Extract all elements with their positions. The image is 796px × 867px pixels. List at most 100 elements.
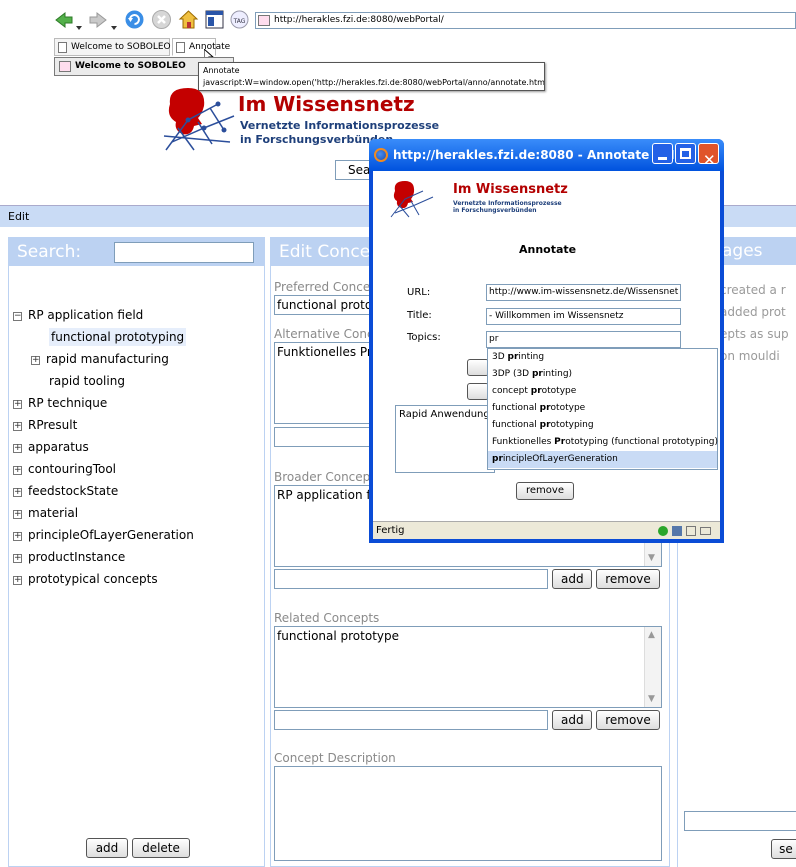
scroll-down-icon[interactable]: ▼: [648, 553, 655, 563]
related-concept-input[interactable]: [274, 710, 548, 730]
firefox-icon: [374, 148, 388, 162]
suggestion-item[interactable]: concept prototype: [488, 383, 717, 400]
add-concept-button[interactable]: add: [86, 838, 128, 858]
alternative-concept-value: Funktionelles Pr: [277, 345, 372, 359]
related-concepts-list[interactable]: functional prototype ▲ ▼: [274, 626, 662, 708]
stop-icon[interactable]: [151, 9, 172, 30]
tree-item-feedstockstate[interactable]: + feedstockState: [13, 482, 118, 500]
expand-icon[interactable]: +: [13, 400, 22, 409]
expand-icon[interactable]: +: [31, 356, 40, 365]
broader-remove-button[interactable]: remove: [596, 569, 660, 589]
suggestion-item[interactable]: functional prototyping: [488, 417, 717, 434]
topics-list[interactable]: Rapid Anwendungs: [395, 405, 495, 473]
bookmark-tooltip: Annotate javascript:W=window.open('http:…: [198, 62, 545, 91]
tree-item-rapid-manufacturing[interactable]: + rapid manufacturing: [31, 350, 169, 368]
maximize-button[interactable]: [675, 143, 696, 164]
related-remove-button[interactable]: remove: [596, 710, 660, 730]
scroll-down-icon[interactable]: ▼: [648, 694, 655, 704]
tree-item-rp-technique[interactable]: + RP technique: [13, 394, 107, 412]
page-icon: [176, 42, 185, 53]
page-icon: [58, 42, 67, 53]
suggestion-item[interactable]: 3D printing: [488, 349, 717, 366]
preferred-concept-input[interactable]: functional prototy: [274, 295, 384, 315]
status-text: Fertig: [376, 525, 405, 536]
tab-welcome[interactable]: Welcome to SOBOLEO: [54, 38, 171, 56]
collapse-icon[interactable]: −: [13, 312, 22, 321]
alternative-concepts-list[interactable]: Funktionelles Pr: [274, 342, 384, 424]
url-input[interactable]: http://www.im-wissensnetz.de/Wissensnet: [486, 284, 681, 301]
related-add-button[interactable]: add: [552, 710, 592, 730]
broader-add-button[interactable]: add: [552, 569, 592, 589]
tree-item-productinstance[interactable]: + productInstance: [13, 548, 125, 566]
window-icon[interactable]: [205, 10, 224, 29]
tooltip-text: javascript:W=window.open('http://herakle…: [203, 78, 545, 87]
url-text: http://herakles.fzi.de:8080/webPortal/: [274, 15, 444, 25]
concept-description-label: Concept Description: [274, 751, 396, 765]
tree-item-material[interactable]: + material: [13, 504, 78, 522]
reload-icon[interactable]: [124, 9, 145, 30]
delete-concept-button[interactable]: delete: [132, 838, 190, 858]
tree-item-apparatus[interactable]: + apparatus: [13, 438, 89, 456]
preferred-concept-value: functional prototy: [277, 298, 384, 312]
suggestion-item[interactable]: Funktionelles Prototyping (functional pr…: [488, 434, 718, 451]
popup-brand-subtitle-1: Vernetzte Informationsprozesse: [453, 200, 562, 207]
expand-icon[interactable]: +: [13, 488, 22, 497]
expand-icon[interactable]: +: [13, 510, 22, 519]
popup-remove-button[interactable]: remove: [516, 482, 574, 500]
hidden-button-2[interactable]: [467, 383, 489, 400]
topics-input[interactable]: pr: [486, 331, 681, 348]
mail-icon: [700, 527, 711, 535]
title-value: - Willkommen im Wissensnetz: [489, 311, 624, 321]
browser-toolbar: TAG http://herakles.fzi.de:8080/webPorta…: [0, 0, 796, 38]
tree-item-prototypical-concepts[interactable]: + prototypical concepts: [13, 570, 158, 588]
close-button[interactable]: ✕: [698, 143, 719, 169]
tree-item-label: principleOfLayerGeneration: [28, 528, 194, 542]
hidden-button-1[interactable]: [467, 359, 489, 376]
tree-item-rpresult[interactable]: + RPresult: [13, 416, 77, 434]
expand-icon[interactable]: +: [13, 554, 22, 563]
site-favicon-icon: [258, 15, 270, 26]
suggestion-item-highlighted[interactable]: principleOfLayerGeneration: [488, 451, 717, 468]
alternative-concept-input[interactable]: [274, 427, 384, 447]
broader-concept-value: RP application f: [277, 488, 371, 502]
related-scrollbar[interactable]: ▲ ▼: [644, 627, 661, 707]
home-icon[interactable]: [178, 9, 199, 30]
forward-dropdown-icon[interactable]: [111, 16, 117, 30]
brand-subtitle-1: Vernetzte Informationsprozesse: [240, 119, 440, 132]
popup-title-text: http://herakles.fzi.de:8080 - Annotate -…: [393, 148, 689, 162]
expand-icon[interactable]: +: [13, 422, 22, 431]
tree-item-label: material: [28, 506, 79, 520]
tree-item-rapid-tooling[interactable]: rapid tooling: [49, 372, 125, 390]
tree-item-principleoflayergeneration[interactable]: + principleOfLayerGeneration: [13, 526, 194, 544]
scroll-up-icon[interactable]: ▲: [648, 630, 655, 640]
minimize-button[interactable]: [652, 143, 673, 164]
back-icon[interactable]: [54, 10, 74, 30]
message-input[interactable]: [684, 811, 796, 831]
concept-description-input[interactable]: [274, 766, 662, 861]
tree-item-functional-prototyping[interactable]: functional prototyping: [49, 328, 187, 346]
send-button[interactable]: se: [771, 839, 796, 859]
back-dropdown-icon[interactable]: [76, 16, 82, 30]
check-icon: [658, 526, 668, 536]
forward-icon[interactable]: [88, 10, 108, 30]
popup-brand-title: Im Wissensnetz: [453, 182, 568, 197]
title-input[interactable]: - Willkommen im Wissensnetz: [486, 308, 681, 325]
tree-item-contouringtool[interactable]: + contouringTool: [13, 460, 116, 478]
suggestion-item[interactable]: 3DP (3D printing): [488, 366, 717, 383]
address-bar[interactable]: http://herakles.fzi.de:8080/webPortal/: [255, 12, 796, 29]
suggestion-item[interactable]: functional prototype: [488, 400, 717, 417]
brand-logo: [158, 84, 240, 154]
tree-item-rp-application-field[interactable]: − RP application field: [13, 306, 143, 324]
expand-icon[interactable]: +: [13, 466, 22, 475]
broader-concept-input[interactable]: [274, 569, 548, 589]
expand-icon[interactable]: +: [13, 532, 22, 541]
url-label: URL:: [407, 287, 431, 298]
expand-icon[interactable]: +: [13, 576, 22, 585]
brand-title: Im Wissensnetz: [238, 92, 415, 116]
popup-heading: Annotate: [519, 243, 577, 256]
tag-icon[interactable]: TAG: [230, 10, 249, 29]
search-label: Search:: [17, 242, 82, 262]
search-input[interactable]: [114, 242, 254, 263]
expand-icon[interactable]: +: [13, 444, 22, 453]
popup-titlebar[interactable]: http://herakles.fzi.de:8080 - Annotate -…: [369, 139, 724, 171]
